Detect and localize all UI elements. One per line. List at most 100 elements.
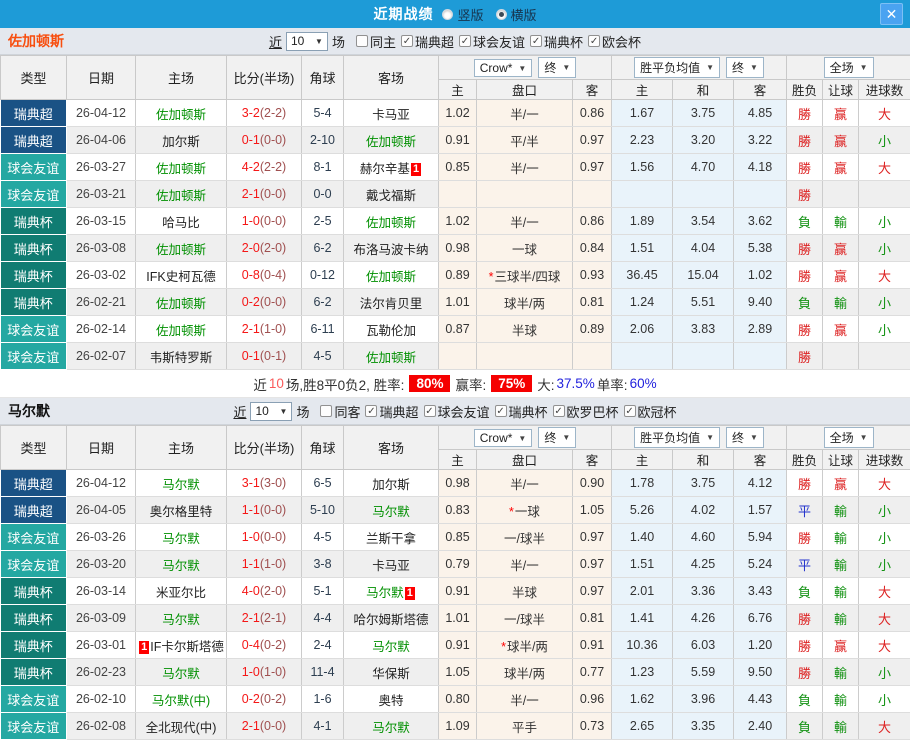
scope-select[interactable]: 全场 (823, 427, 874, 448)
goals-result: 小 (858, 315, 910, 343)
recent-count-select[interactable]: 10 (285, 31, 328, 51)
summary-part: 60% (629, 376, 657, 391)
competition-type-badge: 瑞典杯 (0, 604, 67, 632)
recent-link[interactable]: 近 (233, 402, 246, 421)
avg-win-odds: 1.40 (611, 523, 674, 551)
home-team-name: IFK史柯瓦德 (146, 269, 216, 284)
corner-count: 3-8 (301, 550, 344, 578)
table-row: 球会友谊 26-02-14 佐加顿斯 2-1(1-0) 6-11 瓦勒伦加 0.87 半球 0.… (0, 315, 910, 343)
avg-select[interactable]: 胜平负均值 (634, 427, 721, 448)
avg-win-odds: 1.24 (611, 288, 674, 316)
filter-checkbox[interactable] (459, 35, 471, 47)
bookmaker-select[interactable]: Crow* (473, 59, 533, 77)
avg-lose-odds: 6.76 (733, 604, 788, 632)
away-team: 佐加顿斯 (343, 207, 439, 235)
filter-checkbox[interactable] (623, 405, 636, 417)
halftime-score: (0-0) (259, 295, 287, 309)
home-team: 佐加顿斯 (135, 180, 227, 208)
handicap-text: 一球 (514, 504, 540, 519)
away-team-name: 佐加顿斯 (365, 269, 416, 284)
fulltime-score: 3-2 (241, 106, 260, 120)
filter-checkbox[interactable] (494, 405, 507, 417)
filter-checkbox[interactable] (588, 35, 601, 47)
filter-checkbox[interactable] (355, 35, 368, 47)
match-result: 勝 (786, 631, 824, 659)
recent-link[interactable]: 近 (269, 32, 282, 51)
final-avg-select[interactable]: 终 (726, 427, 764, 448)
avg-select[interactable]: 胜平负均值 (634, 57, 721, 78)
goals-result (858, 342, 910, 370)
final-odds-select[interactable]: 终 (538, 427, 577, 448)
match-date: 26-03-20 (66, 550, 136, 578)
final-odds-select[interactable]: 终 (538, 57, 577, 78)
avg-win-odds: 1.62 (611, 685, 674, 713)
match-result: 負 (786, 577, 824, 605)
corner-count: 2-4 (301, 631, 344, 659)
corner-count: 1-6 (301, 685, 344, 713)
away-team: 奥特 (343, 685, 439, 713)
final-avg-select[interactable]: 终 (726, 57, 764, 78)
table-row: 瑞典杯 26-03-08 佐加顿斯 2-0(2-0) 6-2 布洛马波卡纳 0.98 一球 0.… (0, 234, 910, 262)
match-date: 26-04-12 (66, 469, 136, 497)
avg-win-odds: 1.56 (611, 153, 674, 181)
home-team: 奥尔格里特 (135, 496, 227, 524)
score: 4-2(2-2) (226, 153, 302, 181)
match-filters: 近 10 场 同客 瑞典超 球会友谊 瑞典杯 欧罗巴杯 欧冠杯 (233, 401, 677, 421)
scope-select[interactable]: 全场 (823, 57, 874, 78)
radio-horizontal-layout[interactable]: 横版 (495, 5, 537, 24)
home-handicap-odds: 1.01 (438, 604, 477, 632)
handicap-result: 輸 (822, 577, 860, 605)
handicap-result: 輸 (822, 207, 860, 235)
filter-label: 欧冠杯 (637, 404, 677, 420)
away-team: 戴戈福斯 (343, 180, 439, 208)
recent-count-select[interactable]: 10 (250, 401, 293, 421)
home-handicap-odds: 0.98 (438, 234, 477, 262)
halftime-score: (2-1) (259, 611, 287, 625)
filter-checkbox[interactable] (365, 405, 378, 417)
filter-label: 同客 (334, 404, 361, 420)
filter-checkbox[interactable] (320, 405, 333, 417)
corner-count: 4-5 (301, 523, 344, 551)
handicap-result: 輸 (822, 604, 860, 632)
avg-lose-odds: 2.40 (733, 712, 788, 740)
col-header: 主场 (135, 55, 227, 100)
bookmaker-select[interactable]: Crow* (473, 429, 533, 447)
handicap-text: 球半/两 (504, 296, 545, 311)
filter-label: 球会友谊 (473, 34, 526, 50)
close-button[interactable]: ✕ (880, 3, 903, 25)
avg-lose-odds: 2.89 (733, 315, 788, 343)
avg-win-odds: 5.26 (611, 496, 674, 524)
match-date: 26-02-23 (66, 658, 136, 686)
radio-vertical-layout[interactable]: 竖版 (442, 5, 484, 24)
match-date: 26-04-05 (66, 496, 136, 524)
fulltime-score: 2-1 (241, 611, 260, 625)
away-handicap-odds: 0.97 (572, 523, 613, 551)
filter-label: 瑞典杯 (508, 404, 548, 420)
away-team: 法尔肯贝里 (343, 288, 439, 316)
filter-checkbox[interactable] (423, 405, 436, 417)
away-handicap-odds: 0.73 (572, 712, 613, 740)
home-team-name: 马尔默 (162, 612, 200, 627)
home-handicap-odds: 0.98 (438, 469, 477, 497)
corner-count: 2-5 (301, 207, 344, 235)
summary-bar: 近 10 场,胜8平0负2, 胜率: 80% 赢率: 75% 大: 37.5% 单率: 60% (0, 370, 910, 398)
handicap-line: 半球 (476, 315, 573, 343)
handicap-result (822, 180, 860, 208)
sub-col-header: 主 (438, 449, 477, 470)
home-team: 米亚尔比 (135, 577, 227, 605)
home-team: 佐加顿斯 (135, 288, 227, 316)
away-handicap-odds: 0.81 (572, 604, 613, 632)
match-date: 26-03-26 (66, 523, 136, 551)
filter-checkbox[interactable] (400, 35, 413, 47)
away-team-name: 马尔默 (372, 639, 410, 654)
away-team-name: 卡马亚 (372, 558, 410, 573)
handicap-line: 半/一 (476, 207, 573, 235)
match-result: 勝 (786, 658, 824, 686)
filter-item: 瑞典杯 (530, 32, 583, 51)
handicap-line: 一/球半 (476, 604, 573, 632)
home-handicap-odds: 1.05 (438, 658, 477, 686)
corner-count: 4-4 (301, 604, 344, 632)
goals-result: 小 (858, 496, 910, 524)
filter-checkbox[interactable] (552, 405, 565, 417)
filter-checkbox[interactable] (530, 35, 543, 47)
